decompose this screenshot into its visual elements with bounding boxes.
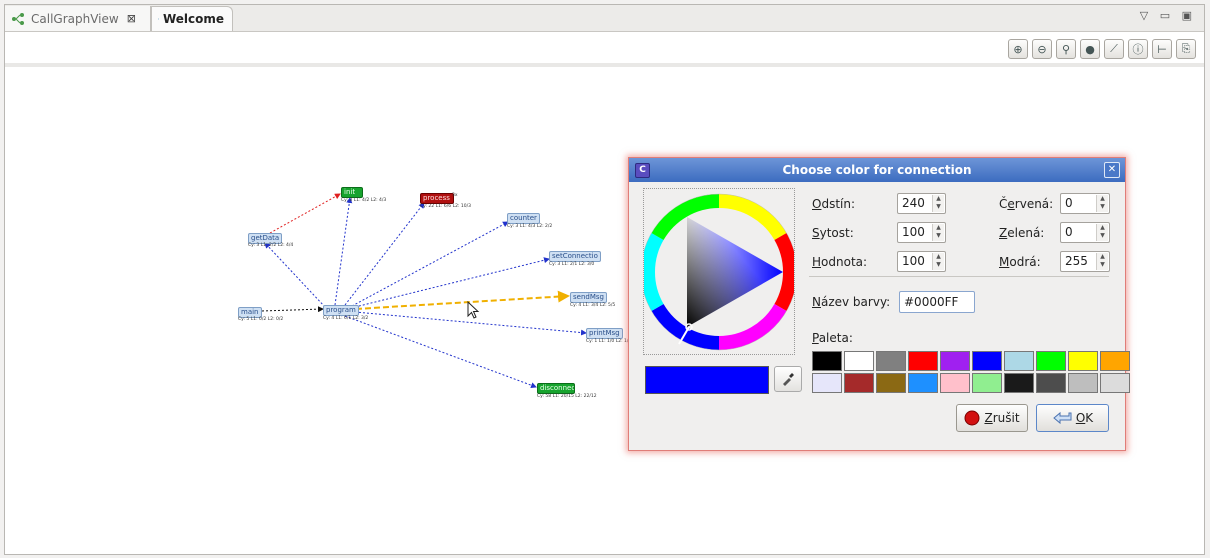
ok-label: OK bbox=[1075, 411, 1094, 425]
palette-swatch[interactable] bbox=[1036, 351, 1066, 371]
palette-swatch[interactable] bbox=[940, 373, 970, 393]
spin-arrows-icon[interactable]: ▲ ▼ bbox=[1096, 195, 1108, 212]
saturation-spinner[interactable]: 100 ▲ ▼ bbox=[897, 222, 946, 243]
node-stats: Cy: 5 L1: 0/2 L2: 0/2 bbox=[238, 317, 284, 322]
green-spinner[interactable]: 0 ▲ ▼ bbox=[1060, 222, 1110, 243]
cancel-button[interactable]: Zrušit bbox=[956, 404, 1028, 432]
node-stats: Cy: 1 L1: 1/0 L2: 1/ bbox=[586, 339, 629, 344]
hue-label: Odstín: bbox=[812, 197, 856, 211]
hue-value: 240 bbox=[902, 196, 925, 210]
node-stats: Cy: 3 L1: 4/3 L2: 2/2 bbox=[507, 224, 553, 229]
saturation-label: Sytost: bbox=[812, 226, 854, 240]
graph-node-red1[interactable]: process bbox=[420, 193, 454, 204]
cancel-icon bbox=[964, 410, 980, 426]
node-stats: Cy: 22 L1: 6/6 L2: 10/3 bbox=[420, 204, 471, 209]
edge-program-green1[interactable] bbox=[334, 197, 353, 306]
node-extra: 3x bbox=[452, 193, 458, 198]
hsv-color-wheel[interactable] bbox=[640, 189, 798, 354]
value-value: 100 bbox=[902, 254, 925, 268]
green-label: Zelená: bbox=[999, 226, 1045, 240]
saturation-value: 100 bbox=[902, 225, 925, 239]
palette-swatch[interactable] bbox=[972, 351, 1002, 371]
graph-node-green1[interactable]: init bbox=[341, 187, 363, 198]
palette-swatch[interactable] bbox=[844, 351, 874, 371]
spin-arrows-icon[interactable]: ▲ ▼ bbox=[932, 224, 944, 241]
app-icon: C bbox=[635, 163, 650, 178]
blue-label: Modrá: bbox=[999, 255, 1041, 269]
eyedropper-button[interactable] bbox=[774, 366, 802, 392]
spin-arrows-icon[interactable]: ▲ ▼ bbox=[932, 253, 944, 270]
hue-spinner[interactable]: 240 ▲ ▼ bbox=[897, 193, 946, 214]
color-name-input[interactable]: #0000FF bbox=[899, 291, 975, 313]
color-name-label: Název barvy: bbox=[812, 295, 891, 309]
green-value: 0 bbox=[1065, 225, 1073, 239]
spin-arrows-icon[interactable]: ▲ ▼ bbox=[1096, 253, 1108, 270]
palette-swatch[interactable] bbox=[908, 351, 938, 371]
dialog-titlebar[interactable]: C Choose color for connection ✕ bbox=[629, 158, 1125, 182]
spin-arrows-icon[interactable]: ▲ ▼ bbox=[1096, 224, 1108, 241]
node-stats: Cy: 4 L1: 6/1 L2: 3/2 bbox=[323, 316, 369, 321]
color-wheel-box bbox=[640, 188, 798, 355]
node-stats: Cy: 3 L1: 2/1 L2: 3/0 bbox=[549, 262, 595, 267]
palette-label: Paleta: bbox=[812, 331, 853, 345]
palette-swatch[interactable] bbox=[876, 373, 906, 393]
graph-node-green2[interactable]: disconnect bbox=[537, 383, 575, 394]
palette-swatch[interactable] bbox=[812, 373, 842, 393]
graph-node-printmsg[interactable]: printMsg bbox=[586, 328, 623, 339]
spin-arrows-icon[interactable]: ▲ ▼ bbox=[932, 195, 944, 212]
node-stats: Cy: 4 L1: 3/4 L2: 5/5 bbox=[570, 303, 616, 308]
palette-swatch[interactable] bbox=[812, 351, 842, 371]
edge-program-sendmsg-selected[interactable] bbox=[355, 290, 570, 310]
edge-getdata-green1[interactable] bbox=[269, 193, 341, 234]
cancel-label: Zrušit bbox=[984, 411, 1020, 425]
ok-button[interactable]: OK bbox=[1036, 404, 1109, 432]
blue-spinner[interactable]: 255 ▲ ▼ bbox=[1060, 251, 1110, 272]
current-color-swatch bbox=[645, 366, 769, 394]
edge-main-program[interactable] bbox=[261, 306, 324, 313]
dialog-divider bbox=[809, 276, 1109, 277]
palette-swatch[interactable] bbox=[1100, 351, 1130, 371]
edge-program-red1[interactable] bbox=[344, 202, 425, 306]
red-label: Červená: bbox=[999, 197, 1054, 211]
palette-swatch[interactable] bbox=[1100, 373, 1130, 393]
palette-swatch[interactable] bbox=[1004, 373, 1034, 393]
graph-node-sendmsg[interactable]: sendMsg bbox=[570, 292, 607, 303]
close-icon[interactable]: ✕ bbox=[1104, 162, 1120, 178]
graph-node-program[interactable]: program bbox=[323, 305, 359, 316]
palette-swatch[interactable] bbox=[1036, 373, 1066, 393]
dialog-title: Choose color for connection bbox=[782, 163, 972, 177]
eyedropper-icon bbox=[783, 373, 794, 386]
value-label: Hodnota: bbox=[812, 255, 868, 269]
graph-node-counter[interactable]: counter bbox=[507, 213, 540, 224]
mouse-pointer-icon bbox=[467, 301, 480, 319]
edge-program-counter[interactable] bbox=[351, 221, 509, 307]
edge-program-green2[interactable] bbox=[344, 315, 537, 389]
edge-program-getdata[interactable] bbox=[264, 242, 326, 308]
graph-node-setconnection[interactable]: setConnectio bbox=[549, 251, 601, 262]
node-stats: Cy: 58 L1: 20/15 L2: 22/12 bbox=[537, 394, 597, 399]
color-chooser-dialog: C Choose color for connection ✕ Odstín: … bbox=[628, 157, 1130, 451]
palette-swatch[interactable] bbox=[876, 351, 906, 371]
palette-swatch[interactable] bbox=[1004, 351, 1034, 371]
palette-swatch[interactable] bbox=[1068, 351, 1098, 371]
blue-value: 255 bbox=[1065, 254, 1088, 268]
palette-swatch[interactable] bbox=[908, 373, 938, 393]
ok-arrow-icon bbox=[1053, 411, 1072, 425]
node-stats: Cy: 3 L1: 2/2 L2: 4/4 bbox=[248, 243, 294, 248]
red-value: 0 bbox=[1065, 196, 1073, 210]
palette-swatch[interactable] bbox=[972, 373, 1002, 393]
palette-swatch[interactable] bbox=[940, 351, 970, 371]
node-stats: Cy: 3 L1: 4/2 L2: 4/3 bbox=[341, 198, 387, 203]
red-spinner[interactable]: 0 ▲ ▼ bbox=[1060, 193, 1110, 214]
palette-swatch[interactable] bbox=[1068, 373, 1098, 393]
value-spinner[interactable]: 100 ▲ ▼ bbox=[897, 251, 946, 272]
color-palette bbox=[812, 351, 1130, 393]
palette-swatch[interactable] bbox=[844, 373, 874, 393]
